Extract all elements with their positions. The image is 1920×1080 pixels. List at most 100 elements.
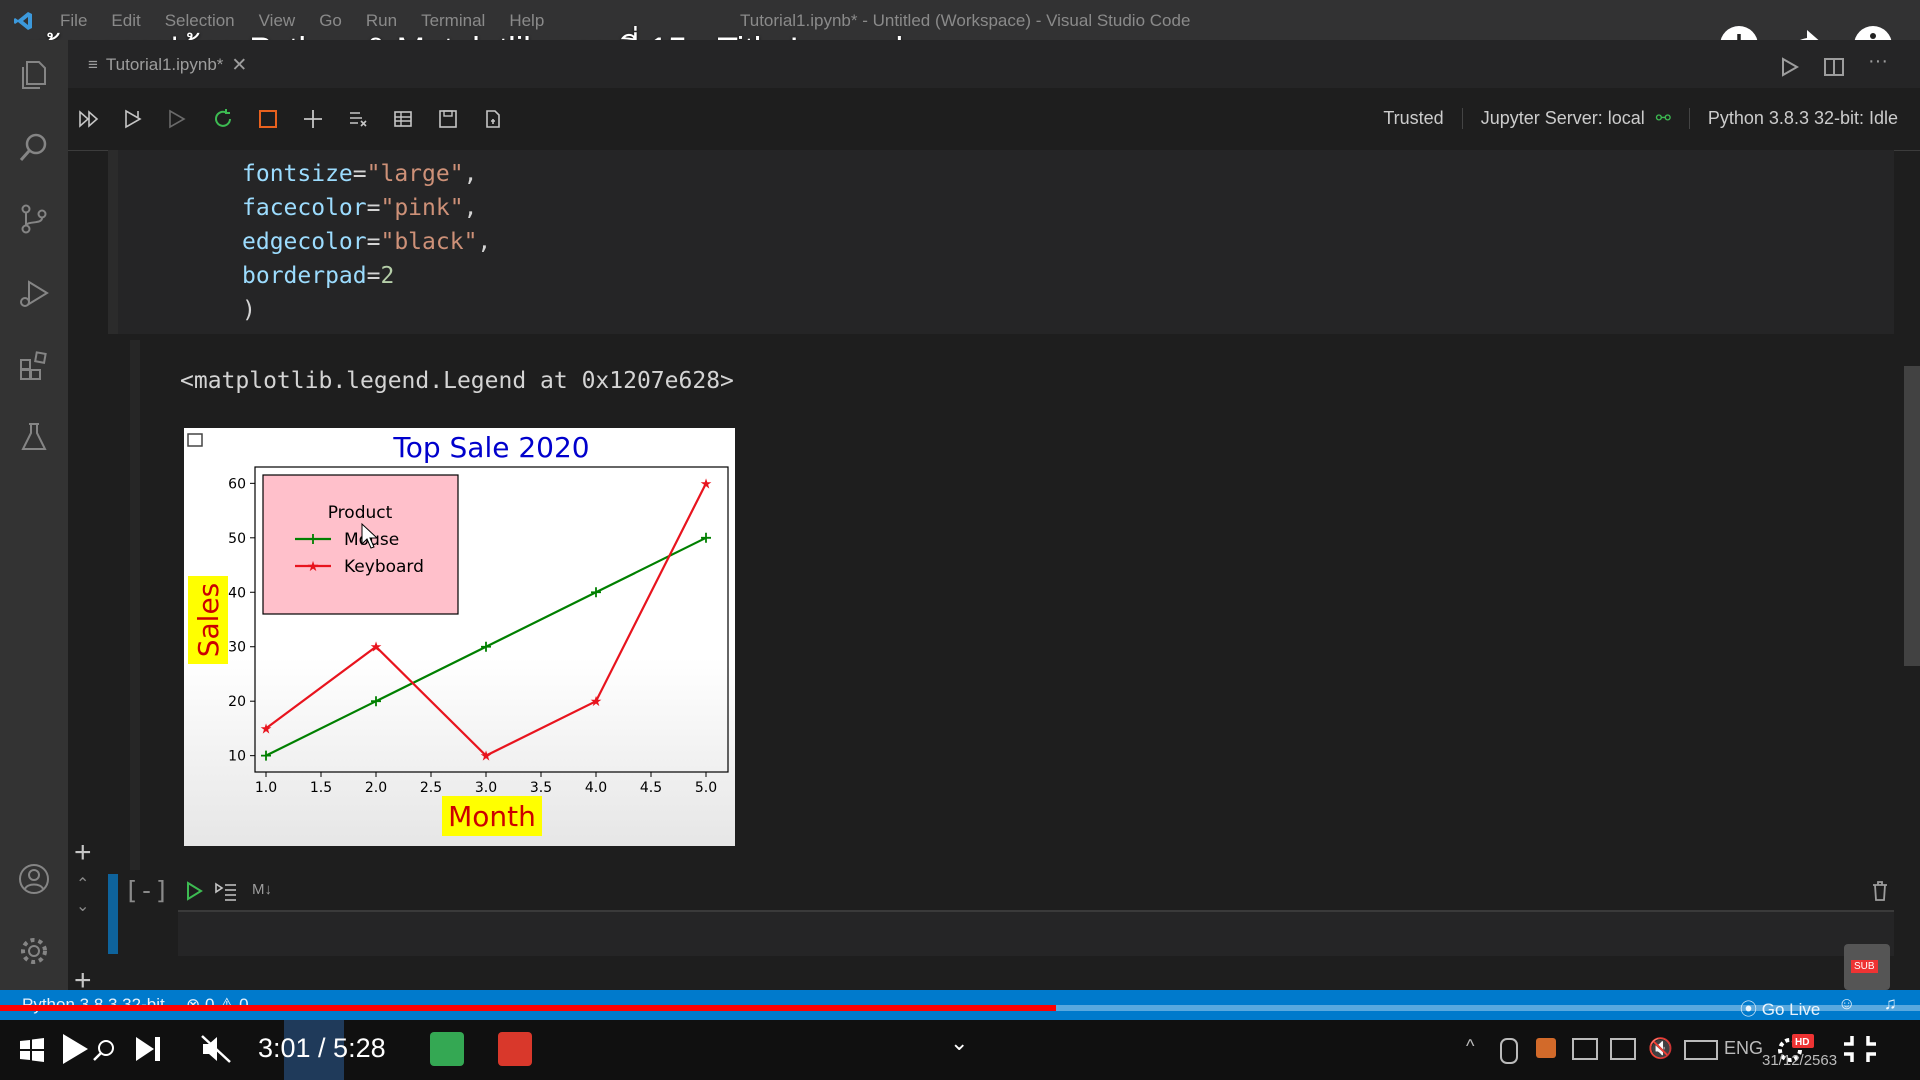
code-value: "large" [366, 161, 464, 187]
data-point-keyboard: ★ [480, 749, 493, 765]
variables-icon[interactable] [388, 104, 418, 134]
x-axis-label: Month [448, 800, 536, 833]
jupyter-server-label[interactable]: Jupyter Server: local ⚯ [1461, 108, 1689, 129]
split-editor-icon[interactable] [1823, 56, 1845, 83]
data-point-keyboard: ★ [700, 476, 713, 492]
x-tick-label: 2.0 [365, 780, 387, 796]
trusted-label[interactable]: Trusted [1365, 108, 1461, 129]
testing-flask-icon[interactable] [17, 420, 51, 454]
code-line: edgecolor="black", [242, 229, 491, 255]
y-tick-label: 10 [228, 749, 246, 765]
code-key: fontsize [242, 161, 353, 187]
extensions-icon[interactable] [17, 348, 51, 382]
delete-cell-icon[interactable] [1870, 880, 1890, 907]
expand-chevron-icon[interactable]: ⌄ [950, 1030, 968, 1056]
tray-keyboard-icon[interactable] [1684, 1040, 1718, 1060]
data-point-mouse [261, 750, 271, 761]
run-all-cells-icon[interactable] [74, 104, 104, 134]
add-cell-icon[interactable] [298, 104, 328, 134]
kernel-label[interactable]: Python 3.8.3 32-bit: Idle [1688, 108, 1916, 129]
output-gutter [130, 340, 140, 870]
tray-network-icon[interactable] [1610, 1038, 1636, 1060]
code-line: facecolor="pink", [242, 195, 477, 221]
windows-start-icon[interactable] [18, 1036, 46, 1069]
data-point-mouse [701, 532, 711, 543]
editor-scrollbar[interactable] [1904, 366, 1920, 666]
interrupt-kernel-icon[interactable] [253, 104, 283, 134]
code-equals: = [352, 161, 367, 187]
account-icon[interactable] [17, 862, 51, 896]
taskbar-date: 31/12/2563 [1762, 1052, 1838, 1069]
y-tick-label: 50 [228, 531, 246, 547]
tab-label: Tutorial1.ipynb* [105, 55, 224, 74]
run-file-icon[interactable] [1778, 56, 1800, 83]
markdown-toggle[interactable]: M↓ [252, 881, 272, 898]
tray-mic-icon[interactable] [1500, 1038, 1518, 1064]
x-tick-label: 3.5 [530, 780, 552, 796]
cell-execution-count: [-] [124, 876, 170, 905]
tray-app-icon[interactable] [1536, 1038, 1556, 1058]
editor-tab-bar: ≡ Tutorial1.ipynb* ✕ ··· [68, 40, 1920, 88]
subscribe-watermark-icon[interactable]: SUB [1844, 944, 1890, 990]
x-tick-label: 1.5 [310, 780, 332, 796]
empty-cell-editor[interactable] [178, 910, 1894, 956]
mute-volume-icon[interactable] [200, 1034, 232, 1069]
line-chart: Top Sale 2020 1.0 1.5 2.0 2.5 3.0 3.5 4.0 4.5 5.0… [187, 431, 729, 836]
x-tick-label: 1.0 [255, 780, 277, 796]
feedback-icon[interactable]: ☺ [1838, 994, 1855, 1014]
tab-tutorial1[interactable]: ≡ Tutorial1.ipynb* ✕ [88, 50, 247, 80]
legend-title: Product [328, 503, 393, 523]
legend-entry-label: Keyboard [344, 557, 424, 577]
plot-output: Top Sale 2020 1.0 1.5 2.0 2.5 3.0 3.5 4.0 4.5 5.0… [184, 428, 735, 846]
code-key: borderpad [242, 263, 367, 289]
x-tick-label: 2.5 [420, 780, 442, 796]
source-control-icon[interactable] [17, 202, 51, 236]
svg-text:HD: HD [1795, 1037, 1809, 1048]
taskbar-app-green-icon[interactable] [430, 1032, 464, 1066]
run-debug-icon[interactable] [17, 276, 51, 310]
y-axis-label: Sales [192, 583, 225, 658]
code-sep: , [463, 195, 478, 221]
settings-gear-icon[interactable] [17, 934, 51, 968]
notebook-toolbar: Trusted Jupyter Server: local ⚯ Python 3… [68, 88, 1920, 151]
tray-language[interactable]: ENG [1724, 1038, 1763, 1059]
notifications-bell-icon[interactable]: ♫ [1884, 994, 1897, 1014]
run-below-icon[interactable] [162, 104, 192, 134]
tray-battery-icon[interactable] [1572, 1038, 1598, 1060]
video-time: 3:01 / 5:28 [258, 1033, 386, 1063]
output-text: <matplotlib.legend.Legend at 0x1207e628> [180, 368, 734, 394]
x-tick-label: 5.0 [695, 780, 717, 796]
run-by-line-icon[interactable] [214, 880, 238, 907]
search-icon[interactable] [17, 130, 51, 164]
tab-close-icon[interactable]: ✕ [231, 54, 247, 77]
taskbar-app-red-icon[interactable] [498, 1032, 532, 1066]
explorer-icon[interactable] [17, 58, 51, 92]
y-tick-label: 20 [228, 694, 246, 710]
run-above-icon[interactable] [118, 104, 148, 134]
export-icon[interactable] [478, 104, 508, 134]
add-cell-between-icon[interactable]: + [74, 836, 92, 870]
tray-chevron-icon[interactable]: ^ [1466, 1036, 1474, 1057]
play-button-icon[interactable] [60, 1032, 90, 1071]
code-line: borderpad=2 [242, 263, 394, 289]
data-point-mouse [591, 587, 601, 598]
data-point-keyboard: ★ [590, 694, 603, 710]
jupyter-server-text: Jupyter Server: local [1480, 108, 1645, 128]
move-cell-arrows[interactable]: ⌃ ⌄ [76, 874, 89, 918]
exit-fullscreen-icon[interactable] [1842, 1034, 1878, 1069]
data-point-mouse [371, 696, 381, 707]
data-point-keyboard: ★ [260, 721, 273, 737]
taskbar-search-icon[interactable] [92, 1038, 116, 1067]
notebook-file-icon: ≡ [88, 55, 98, 74]
clear-outputs-icon[interactable] [343, 104, 373, 134]
code-equals: = [366, 263, 381, 289]
data-point-mouse [481, 641, 491, 652]
y-tick-label: 60 [228, 476, 246, 492]
run-cell-icon[interactable] [184, 880, 204, 907]
restart-kernel-icon[interactable] [208, 104, 238, 134]
save-icon[interactable] [433, 104, 463, 134]
y-tick-label: 40 [228, 585, 246, 601]
next-video-icon[interactable] [134, 1034, 162, 1069]
more-actions-icon[interactable]: ··· [1868, 50, 1888, 73]
tray-volume-icon[interactable]: 🔇 [1648, 1036, 1673, 1061]
